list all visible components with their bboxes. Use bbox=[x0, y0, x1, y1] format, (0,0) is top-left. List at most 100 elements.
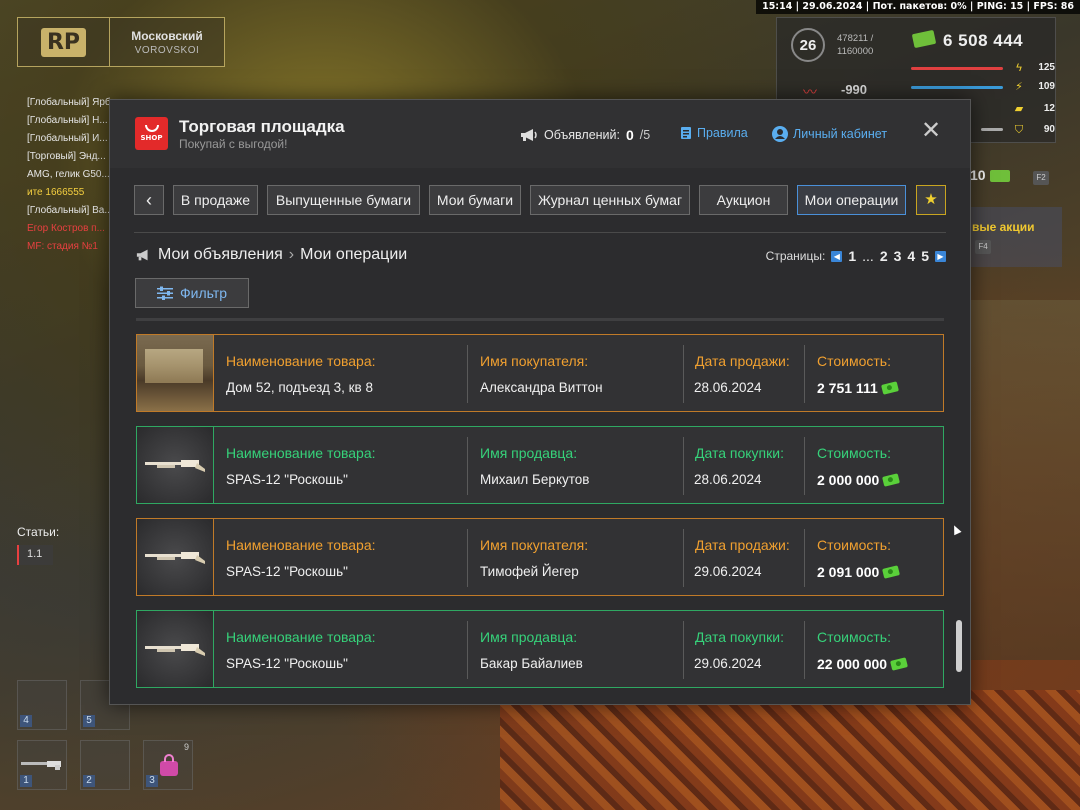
item-name: SPAS-12 "Роскошь" bbox=[226, 564, 348, 579]
breadcrumb-my-ads[interactable]: Мои объявления bbox=[158, 246, 283, 264]
window-subtitle: Покупай с выгодой! bbox=[179, 137, 288, 151]
next-page-icon[interactable]: ▶ bbox=[935, 250, 946, 262]
shop-logo-icon: SHOP bbox=[135, 117, 168, 150]
extra-bar bbox=[981, 128, 1003, 131]
shopping-bag-icon bbox=[160, 754, 178, 776]
chat-line: [Глобальный] И... bbox=[27, 133, 108, 144]
rules-link-label: Правила bbox=[697, 126, 748, 140]
rp-logo: RP bbox=[18, 18, 110, 66]
chat-line: [Глобальный] Ярб... bbox=[27, 97, 117, 108]
cash-icon bbox=[890, 657, 909, 671]
reputation-icon: 〰 bbox=[803, 84, 817, 100]
price-label: Стоимость: bbox=[817, 629, 891, 645]
price: 2 000 000 bbox=[817, 472, 901, 488]
tab-auction[interactable]: Аукцион bbox=[699, 185, 788, 215]
item-name: Дом 52, подъезд 3, кв 8 bbox=[226, 380, 373, 395]
operation-date: 28.06.2024 bbox=[694, 472, 762, 487]
scrollbar[interactable] bbox=[956, 620, 962, 672]
person-name: Александра Виттон bbox=[480, 380, 603, 395]
chat-line: [Торговый] Энд... bbox=[27, 151, 106, 162]
breadcrumb-current: Мои операции bbox=[300, 246, 408, 263]
item-thumbnail bbox=[137, 519, 214, 595]
server-name: Московский bbox=[131, 28, 203, 43]
date-label: Дата продажи: bbox=[695, 353, 790, 369]
background-rug bbox=[500, 690, 1080, 810]
player-money: 6 508 444 bbox=[943, 31, 1024, 50]
operation-card[interactable]: Наименование товара: SPAS-12 "Роскошь" И… bbox=[136, 610, 944, 688]
inventory-slot-2[interactable]: 2 bbox=[80, 740, 130, 790]
column-divider bbox=[683, 437, 684, 495]
page-5[interactable]: 5 bbox=[921, 248, 929, 264]
bolt-icon: ⚡ bbox=[1015, 81, 1023, 93]
favorites-star-icon[interactable]: ★ bbox=[916, 185, 946, 215]
tab-securities-journal[interactable]: Журнал ценных бумаг bbox=[530, 185, 690, 215]
date-label: Дата продажи: bbox=[695, 537, 790, 553]
chat-line: ите 1666555 bbox=[27, 187, 85, 198]
shotgun-icon bbox=[145, 460, 205, 472]
key-f2: F2 bbox=[1033, 171, 1049, 185]
energy-icon: ϟ bbox=[1016, 62, 1022, 74]
item-name-label: Наименование товара: bbox=[226, 445, 376, 461]
server-logo: RP Московский VOROVSKOI bbox=[17, 17, 225, 67]
tab-my-securities[interactable]: Мои бумаги bbox=[429, 185, 521, 215]
column-divider bbox=[683, 529, 684, 587]
price-value: 2 751 111 bbox=[817, 380, 878, 396]
ads-counter: Объявлений: 0 /5 bbox=[520, 127, 650, 143]
inventory-slot-1[interactable]: 1 bbox=[17, 740, 67, 790]
close-button[interactable]: ✕ bbox=[918, 118, 944, 144]
price-label: Стоимость: bbox=[817, 445, 891, 461]
item-thumbnail bbox=[137, 335, 214, 411]
operation-date: 29.06.2024 bbox=[694, 564, 762, 579]
slot-number: 3 bbox=[146, 775, 158, 787]
item-name-label: Наименование товара: bbox=[226, 629, 376, 645]
operation-card[interactable]: Наименование товара: SPAS-12 "Роскошь" И… bbox=[136, 426, 944, 504]
stat-value: 12 bbox=[1043, 103, 1055, 114]
pagination: Страницы: ◀ 1 ... 2 3 4 5 ▶ bbox=[766, 248, 946, 264]
stat-value: 125 bbox=[1038, 62, 1055, 73]
ads-max: /5 bbox=[639, 128, 651, 142]
back-button[interactable]: ‹ bbox=[134, 185, 164, 215]
prev-page-icon[interactable]: ◀ bbox=[831, 250, 843, 262]
rules-link[interactable]: Правила bbox=[680, 126, 748, 140]
operation-card[interactable]: Наименование товара: Дом 52, подъезд 3, … bbox=[136, 334, 944, 412]
slot-number: 5 bbox=[83, 715, 95, 727]
slot-number: 1 bbox=[20, 775, 32, 787]
status-bar: 15:14 | 29.06.2024 | Пот. пакетов: 0% | … bbox=[756, 0, 1080, 14]
person-label: Имя покупателя: bbox=[480, 353, 589, 369]
house-image bbox=[145, 349, 203, 383]
person-label: Имя покупателя: bbox=[480, 537, 589, 553]
tab-my-operations[interactable]: Мои операции bbox=[797, 185, 906, 215]
column-divider bbox=[804, 437, 805, 495]
document-icon bbox=[681, 127, 691, 139]
inventory-slot-3[interactable]: 9 3 bbox=[143, 740, 193, 790]
exp-max: 1160000 bbox=[837, 46, 874, 57]
inventory-slot-4[interactable]: 4 bbox=[17, 680, 67, 730]
cash-icon bbox=[882, 473, 901, 487]
page-3[interactable]: 3 bbox=[894, 248, 902, 264]
item-thumbnail bbox=[137, 427, 214, 503]
column-divider bbox=[467, 529, 468, 587]
stat-value: 90 bbox=[1043, 124, 1055, 135]
exp-current: 478211 / bbox=[837, 33, 874, 44]
item-name: SPAS-12 "Роскошь" bbox=[226, 656, 348, 671]
page-2[interactable]: 2 bbox=[880, 248, 888, 264]
slot-number: 4 bbox=[20, 715, 32, 727]
date-label: Дата покупки: bbox=[695, 445, 784, 461]
chat-log: [Глобальный] Ярб... [Глобальный] Н... [Г… bbox=[27, 94, 117, 256]
ads-count: 0 bbox=[626, 127, 634, 143]
divider bbox=[134, 232, 946, 233]
cash-icon bbox=[990, 170, 1010, 182]
tab-issued-securities[interactable]: Выпущенные бумаги bbox=[267, 185, 420, 215]
page-4[interactable]: 4 bbox=[907, 248, 915, 264]
armor-bar bbox=[911, 86, 1003, 89]
operation-card[interactable]: Наименование товара: SPAS-12 "Роскошь" И… bbox=[136, 518, 944, 596]
cabinet-link[interactable]: Личный кабинет bbox=[772, 126, 887, 142]
tab-for-sale[interactable]: В продаже bbox=[173, 185, 258, 215]
window-header: SHOP Торговая площадка Покупай с выгодой… bbox=[110, 100, 970, 168]
chat-line: MF: стадия №1 bbox=[27, 241, 98, 252]
cabinet-link-label: Личный кабинет bbox=[793, 127, 888, 141]
filter-button[interactable]: Фильтр bbox=[135, 278, 249, 308]
price-label: Стоимость: bbox=[817, 353, 891, 369]
operation-date: 29.06.2024 bbox=[694, 656, 762, 671]
page-1[interactable]: 1 bbox=[848, 248, 856, 264]
